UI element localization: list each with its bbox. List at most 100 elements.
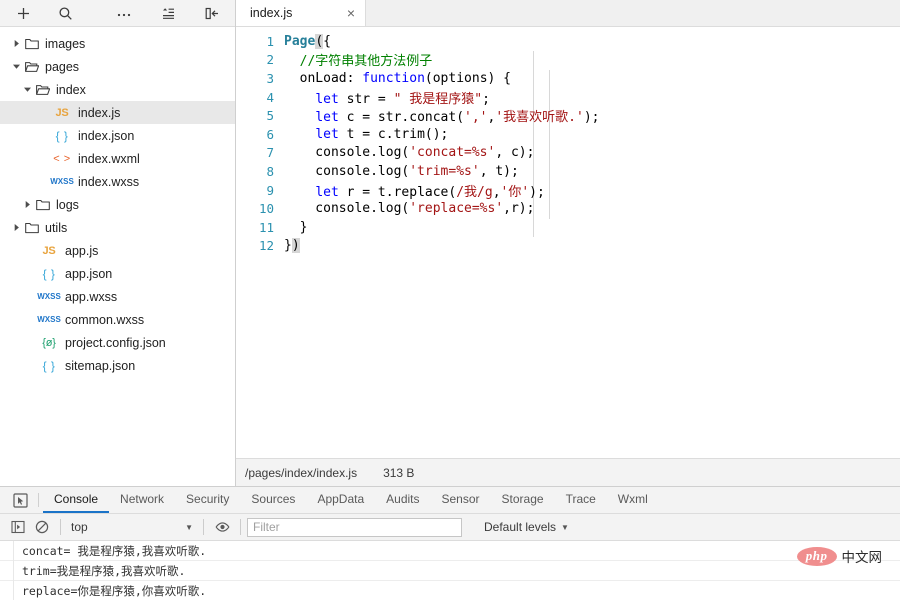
devtools-tab-storage[interactable]: Storage: [491, 487, 555, 513]
js-file-icon: JS: [49, 107, 75, 119]
devtools-window: imagespagesindexJSindex.js{ }index.json<…: [0, 0, 900, 600]
chevron-right-icon[interactable]: [10, 221, 23, 234]
divider: [60, 519, 61, 535]
devtools-tab-appdata[interactable]: AppData: [306, 487, 375, 513]
devtools-panel: ConsoleNetworkSecuritySourcesAppDataAudi…: [0, 486, 900, 600]
devtools-tabbar: ConsoleNetworkSecuritySourcesAppDataAudi…: [0, 487, 900, 514]
editor-statusbar: /pages/index/index.js 313 B: [236, 458, 900, 486]
chevron-right-icon[interactable]: [21, 198, 34, 211]
collapse-panel-icon[interactable]: [201, 2, 223, 24]
tree-item-label: index: [56, 83, 86, 97]
chevron-down-icon[interactable]: [21, 83, 34, 96]
json-file-icon: { }: [36, 267, 62, 281]
devtools-tab-audits[interactable]: Audits: [375, 487, 430, 513]
tree-folder-row[interactable]: utils: [0, 216, 235, 239]
divider: [203, 519, 204, 535]
code-line-text: let c = str.concat(',','我喜欢听歌.');: [284, 106, 599, 125]
chevron-right-icon[interactable]: [10, 37, 23, 50]
tree-item-label: app.js: [65, 244, 98, 258]
clear-console-icon[interactable]: [30, 515, 54, 539]
tree-item-label: utils: [45, 221, 67, 235]
tree-file-row[interactable]: {ø}project.config.json: [0, 331, 235, 354]
tree-file-row[interactable]: { }sitemap.json: [0, 354, 235, 377]
code-line: 7 console.log('concat=%s', c);: [236, 144, 900, 163]
tree-file-row[interactable]: WXSSindex.wxss: [0, 170, 235, 193]
tree-file-row[interactable]: WXSSapp.wxss: [0, 285, 235, 308]
devtools-tabs: ConsoleNetworkSecuritySourcesAppDataAudi…: [43, 487, 659, 513]
indent-guide: [549, 70, 550, 219]
file-path-label: /pages/index/index.js: [245, 466, 357, 480]
devtools-tab-console[interactable]: Console: [43, 487, 109, 513]
devtools-tab-sources[interactable]: Sources: [240, 487, 306, 513]
wxml-file-icon: < >: [49, 153, 75, 165]
code-line: 1Page({: [236, 32, 900, 51]
tree-file-row[interactable]: { }app.json: [0, 262, 235, 285]
devtools-tab-network[interactable]: Network: [109, 487, 175, 513]
search-icon[interactable]: [54, 2, 76, 24]
chevron-down-icon: ▼: [561, 523, 569, 532]
code-line: 3 onLoad: function(options) {: [236, 69, 900, 88]
log-levels-select[interactable]: Default levels ▼: [484, 520, 569, 534]
line-number: 1: [236, 34, 284, 49]
tree-file-row[interactable]: WXSScommon.wxss: [0, 308, 235, 331]
file-size-label: 313 B: [383, 466, 414, 480]
line-number: 2: [236, 52, 284, 67]
console-filter-input[interactable]: [247, 518, 462, 537]
tree-item-label: logs: [56, 198, 79, 212]
devtools-tab-wxml[interactable]: Wxml: [607, 487, 659, 513]
devtools-tab-security[interactable]: Security: [175, 487, 240, 513]
tree-item-label: index.wxml: [78, 152, 140, 166]
ellipsis-icon[interactable]: [113, 2, 135, 24]
code-editor[interactable]: 1Page({2 //字符串其他方法例子3 onLoad: function(o…: [236, 27, 900, 458]
tree-item-label: project.config.json: [65, 336, 166, 350]
tree-file-row[interactable]: < >index.wxml: [0, 147, 235, 170]
file-explorer-panel: imagespagesindexJSindex.js{ }index.json<…: [0, 0, 236, 486]
json-file-icon: { }: [36, 359, 62, 373]
tree-item-label: index.json: [78, 129, 134, 143]
code-line: 12}): [236, 237, 900, 256]
code-line: 11 }: [236, 218, 900, 237]
code-line-text: Page({: [284, 34, 331, 49]
devtools-tab-trace[interactable]: Trace: [555, 487, 607, 513]
close-icon[interactable]: ×: [347, 6, 355, 20]
tree-file-row[interactable]: JSindex.js: [0, 101, 235, 124]
editor-panel: index.js × 1Page({2 //字符串其他方法例子3 onLoad:…: [236, 0, 900, 486]
tree-file-row[interactable]: JSapp.js: [0, 239, 235, 262]
code-line-text: let r = t.replace(/我/g,'你');: [284, 181, 545, 200]
line-number: 7: [236, 145, 284, 160]
console-sidebar-icon[interactable]: [6, 515, 30, 539]
tree-item-label: common.wxss: [65, 313, 144, 327]
tree-file-row[interactable]: { }index.json: [0, 124, 235, 147]
inspect-element-icon[interactable]: [6, 487, 34, 513]
tree-folder-row[interactable]: pages: [0, 55, 235, 78]
code-line-text: }: [284, 220, 307, 235]
editor-tabbar: index.js ×: [236, 0, 900, 27]
tree-item-label: pages: [45, 60, 79, 74]
editor-tab-label: index.js: [250, 6, 292, 20]
line-number: 11: [236, 220, 284, 235]
chevron-down-icon[interactable]: [10, 60, 23, 73]
console-message: replace=你是程序猿,你喜欢听歌.: [0, 581, 900, 600]
folder-icon: [34, 198, 51, 212]
execution-context-select[interactable]: top ▼: [67, 520, 197, 534]
console-filterbar: top ▼ Default levels ▼: [0, 514, 900, 541]
execution-context-value: top: [71, 520, 88, 534]
editor-tab-index-js[interactable]: index.js ×: [236, 0, 366, 26]
json-file-icon: { }: [49, 129, 75, 143]
code-line: 6 let t = c.trim();: [236, 125, 900, 144]
tree-folder-row[interactable]: logs: [0, 193, 235, 216]
code-line: 10 console.log('replace=%s',r);: [236, 199, 900, 218]
code-line-text: }): [284, 238, 300, 253]
folder-icon: [23, 221, 40, 235]
tree-folder-row[interactable]: images: [0, 32, 235, 55]
tree-folder-row[interactable]: index: [0, 78, 235, 101]
line-number: 10: [236, 201, 284, 216]
tree-item-label: index.js: [78, 106, 120, 120]
live-expression-icon[interactable]: [210, 515, 234, 539]
sort-list-icon[interactable]: [157, 2, 179, 24]
code-line: 9 let r = t.replace(/我/g,'你');: [236, 181, 900, 200]
line-number: 12: [236, 238, 284, 253]
tree-item-label: index.wxss: [78, 175, 139, 189]
devtools-tab-sensor[interactable]: Sensor: [431, 487, 491, 513]
plus-icon[interactable]: [12, 2, 34, 24]
